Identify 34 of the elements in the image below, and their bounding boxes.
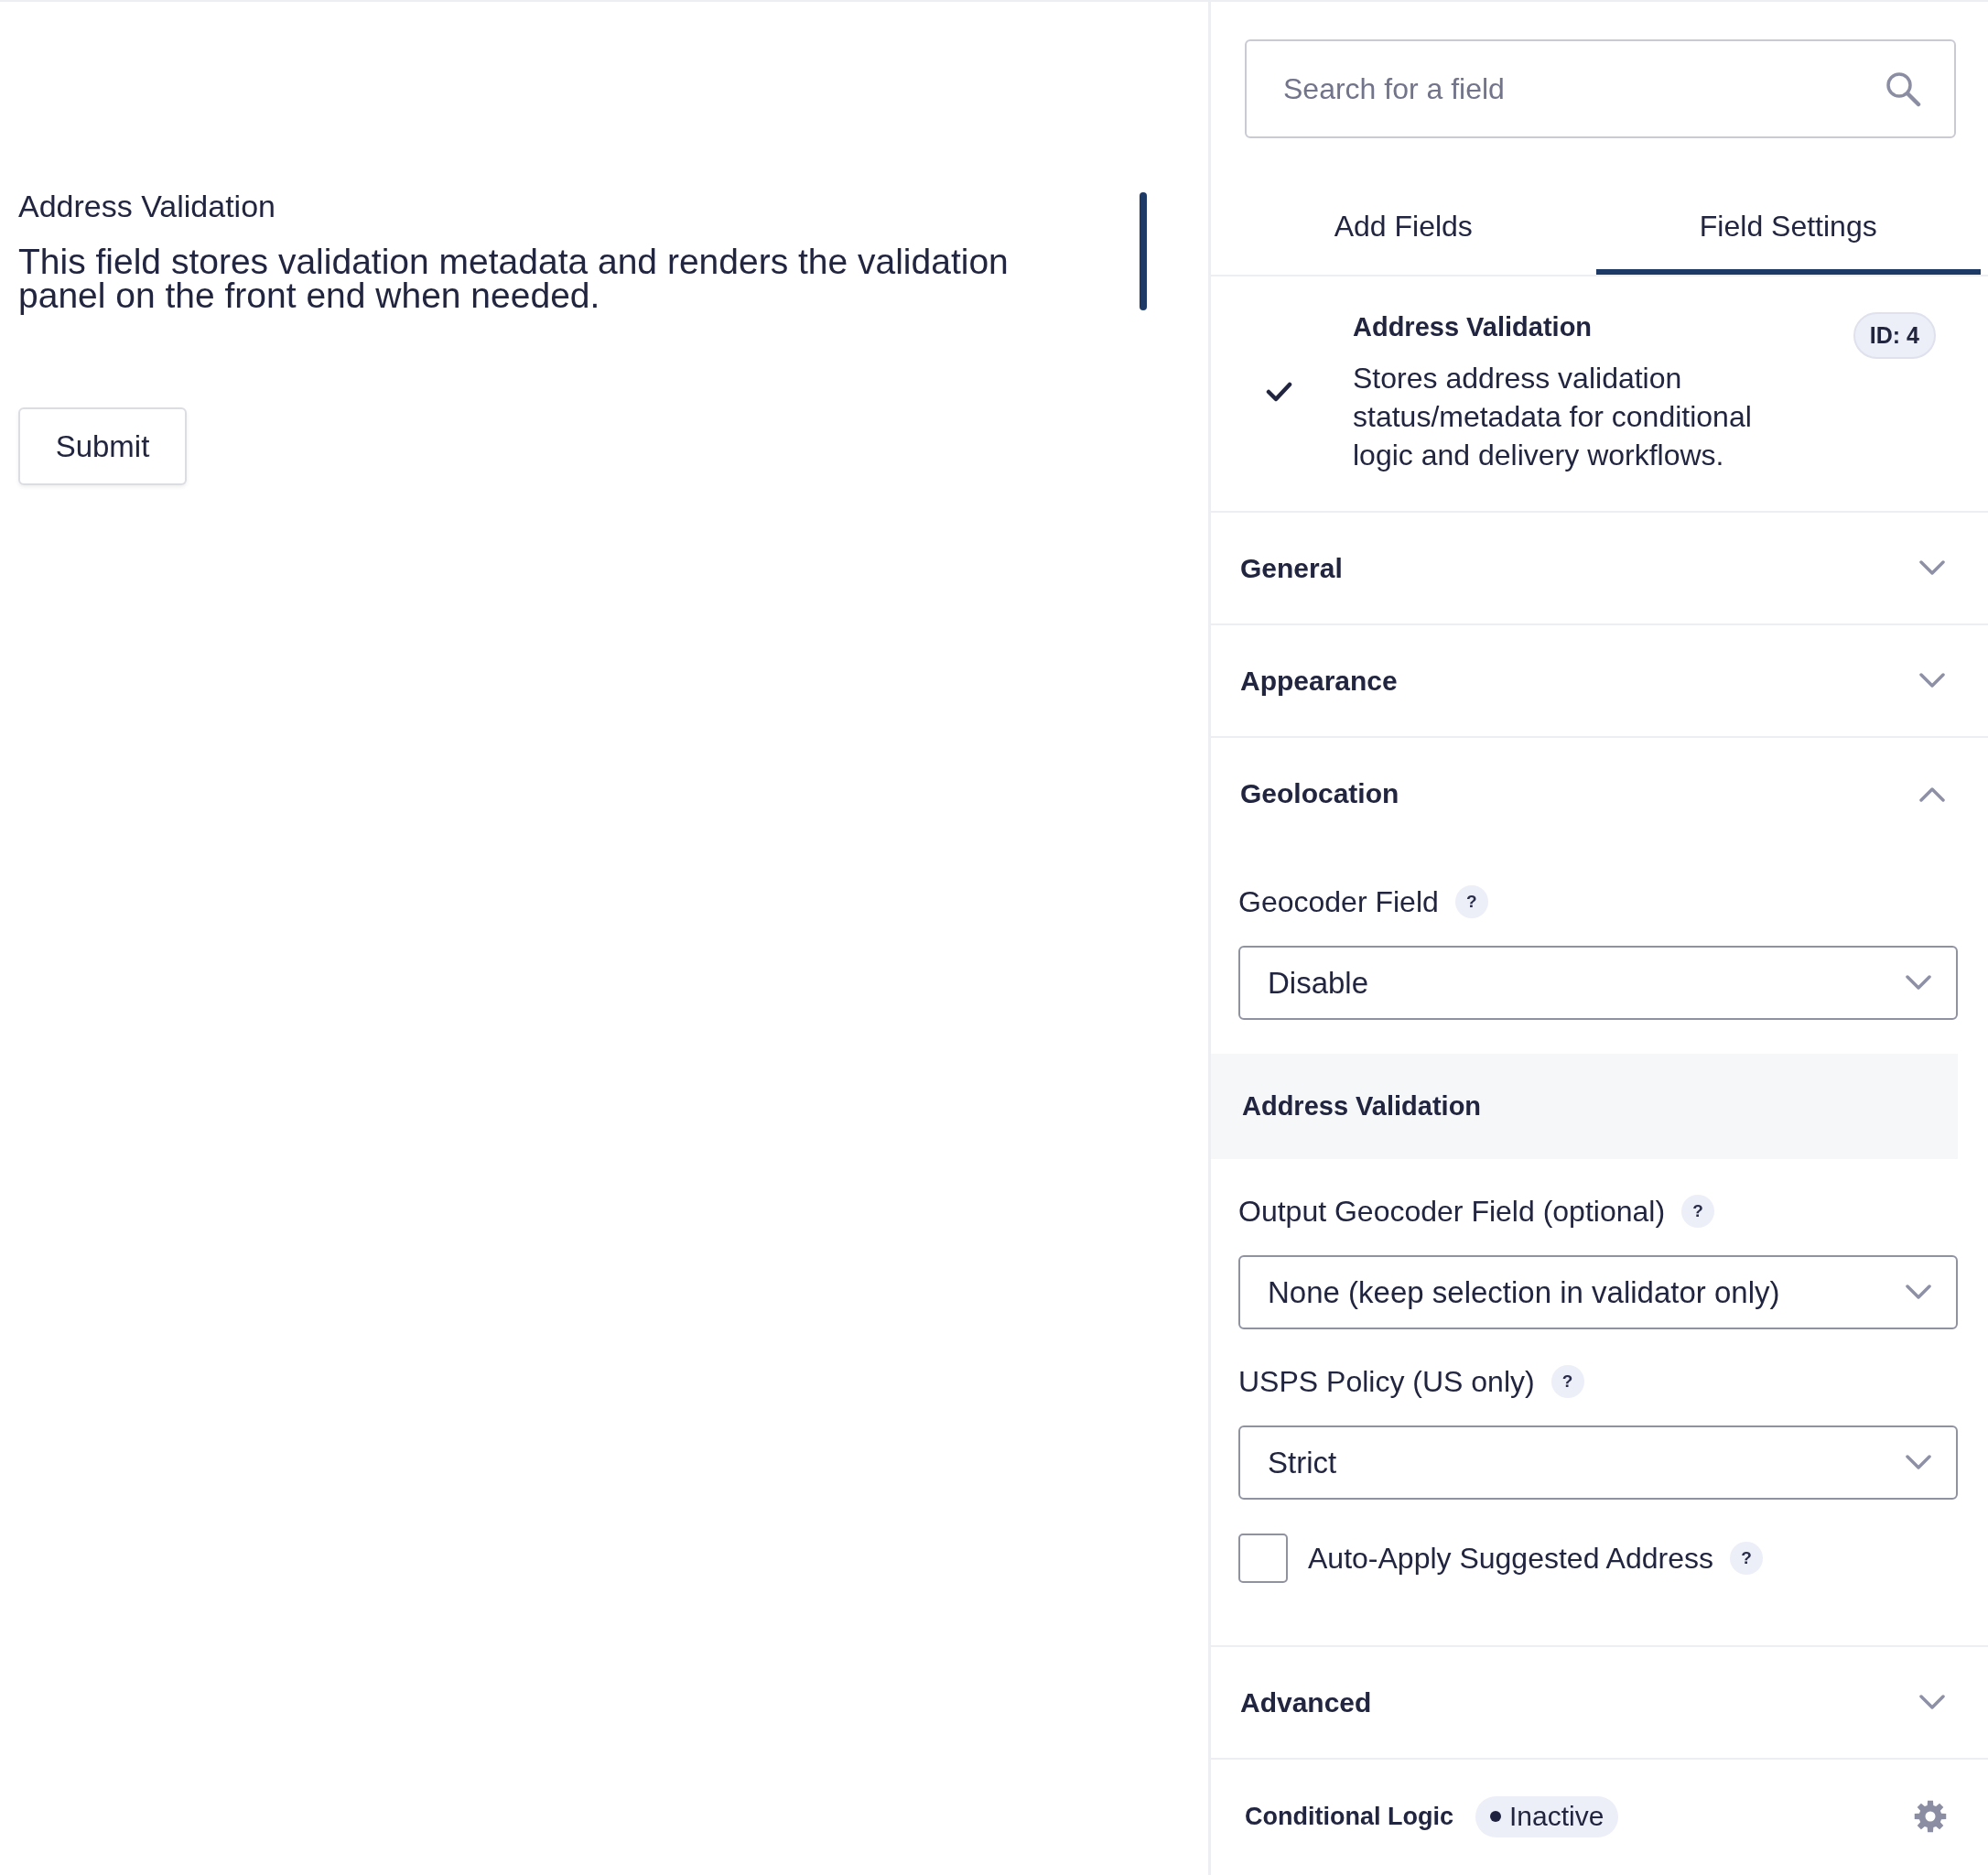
search-field[interactable]: Search for a field [1245, 39, 1956, 138]
dropdown[interactable]: Strict [1238, 1425, 1958, 1500]
field-id-badge: ID: 4 [1853, 312, 1936, 359]
field-description: Stores address validation status/metadata for conditional logic and delivery workflows. [1353, 361, 1753, 473]
field-label: USPS Policy (US only) [1238, 1364, 1535, 1400]
dropdown[interactable]: Disable [1238, 946, 1958, 1020]
settings-icon[interactable] [1914, 1800, 1947, 1833]
status-dot-icon [1490, 1811, 1501, 1822]
help-button[interactable]: ? [1729, 1542, 1763, 1575]
tab[interactable]: Field Settings [1595, 138, 1981, 275]
section-header[interactable]: Appearance [1211, 625, 1988, 736]
field-label: Geocoder Field [1238, 884, 1439, 920]
tab[interactable]: Add Fields [1211, 138, 1596, 275]
section-header[interactable]: General [1211, 513, 1988, 623]
checkbox[interactable] [1238, 1534, 1288, 1583]
help-button[interactable]: ? [1550, 1365, 1584, 1398]
field-label: Output Geocoder Field (optional) [1238, 1194, 1666, 1230]
section-header[interactable]: Geolocation [1211, 738, 1988, 849]
chevron-down-icon [1905, 1284, 1932, 1301]
field-title: Address Validation [1353, 311, 1594, 343]
search-icon[interactable] [1885, 70, 1921, 107]
chevron-down-icon [1905, 974, 1932, 992]
dropdown[interactable]: None (keep selection in validator only) [1238, 1255, 1958, 1329]
help-button[interactable]: ? [1681, 1195, 1715, 1228]
subsection-heading: Address Validation [1211, 1054, 1958, 1159]
section-title: Conditional Logic [1245, 1802, 1453, 1832]
chevron-down-icon [1905, 1454, 1932, 1471]
submit-button[interactable]: Submit [18, 407, 187, 485]
checkbox-label: Auto-Apply Suggested Address [1308, 1541, 1713, 1577]
section-header[interactable]: Advanced [1211, 1647, 1988, 1758]
status-label: Inactive [1509, 1800, 1604, 1833]
help-button[interactable]: ? [1454, 885, 1488, 918]
field-label: Address Validation [18, 188, 276, 224]
checkmark-icon [1266, 381, 1292, 402]
